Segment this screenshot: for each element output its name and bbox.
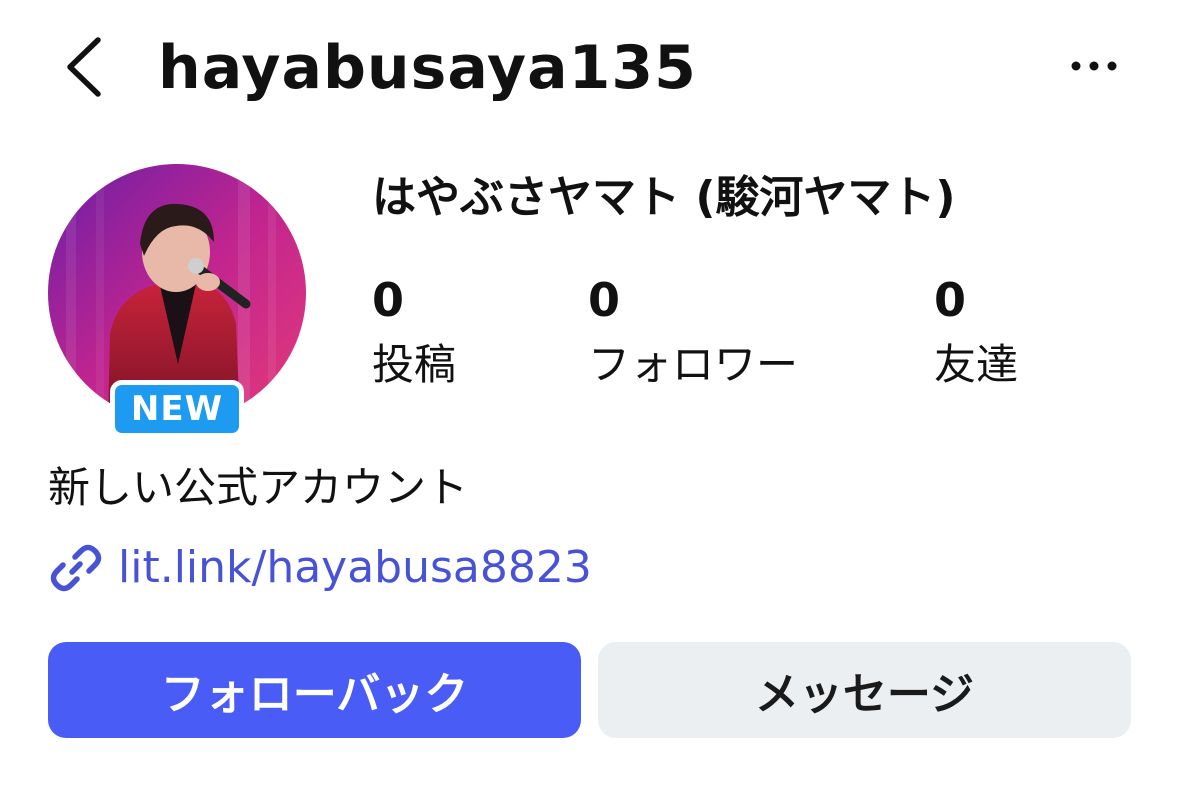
stat-label: フォロワー <box>588 340 799 389</box>
profile-link[interactable]: lit.link/hayabusa8823 <box>48 536 592 600</box>
back-icon[interactable] <box>62 36 110 98</box>
link-text: lit.link/hayabusa8823 <box>118 542 592 593</box>
stat-value: 0 <box>372 273 405 327</box>
display-name: はやぶさヤマト (駿河ヤマト) <box>372 172 956 223</box>
new-badge: NEW <box>110 380 244 438</box>
follow-back-button[interactable]: フォローバック <box>48 642 581 738</box>
profile-page: hayabusaya135 NEW はやぶさヤマト (駿河ヤマト) 0 投稿 0… <box>0 0 1179 794</box>
bio-text: 新しい公式アカウント <box>48 463 469 512</box>
message-button[interactable]: メッセージ <box>598 642 1131 738</box>
link-icon <box>48 540 104 596</box>
stat-posts[interactable]: 0 投稿 <box>372 272 456 394</box>
stat-friends[interactable]: 0 友達 <box>934 272 1018 394</box>
stat-value: 0 <box>934 273 967 327</box>
more-horizontal-icon[interactable] <box>1066 56 1122 76</box>
stat-label: 投稿 <box>372 340 457 389</box>
stat-label: 友達 <box>934 340 1019 389</box>
stat-value: 0 <box>588 273 621 327</box>
stat-followers[interactable]: 0 フォロワー <box>588 272 798 394</box>
page-title: hayabusaya135 <box>158 33 697 103</box>
